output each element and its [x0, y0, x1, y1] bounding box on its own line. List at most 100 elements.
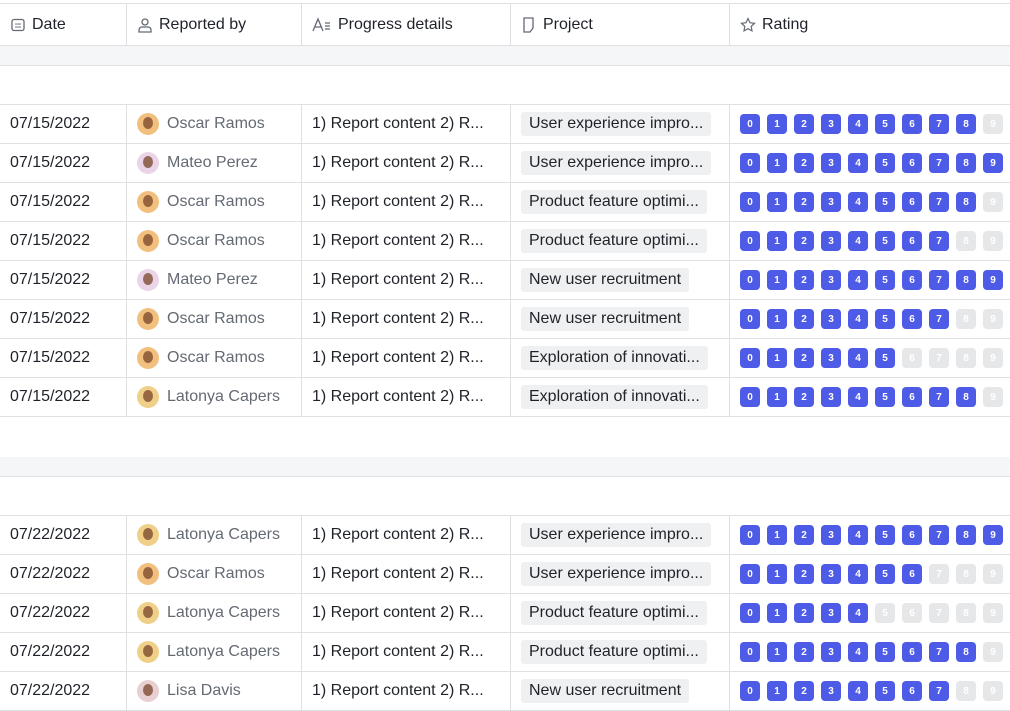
details-cell[interactable]: 1) Report content 2) R...: [302, 594, 511, 632]
rating-option[interactable]: 9: [983, 603, 1003, 623]
rating-option[interactable]: 8: [956, 309, 976, 329]
rating-option[interactable]: 9: [983, 153, 1003, 173]
table-row[interactable]: 07/15/2022 Oscar Ramos 1) Report content…: [0, 222, 1010, 261]
rating-option[interactable]: 3: [821, 681, 841, 701]
rating-option[interactable]: 4: [848, 231, 868, 251]
rating-cell[interactable]: 0123456789: [730, 300, 1010, 338]
table-row[interactable]: 07/15/2022 Mateo Perez 1) Report content…: [0, 261, 1010, 300]
rating-option[interactable]: 7: [929, 603, 949, 623]
reporter-cell[interactable]: Mateo Perez: [127, 261, 302, 299]
project-cell[interactable]: Product feature optimi...: [511, 183, 730, 221]
rating-control[interactable]: 0123456789: [740, 564, 1003, 584]
rating-option[interactable]: 8: [956, 231, 976, 251]
date-cell[interactable]: 07/22/2022: [0, 594, 127, 632]
rating-option[interactable]: 6: [902, 270, 922, 290]
table-row[interactable]: 07/22/2022 Lisa Davis 1) Report content …: [0, 672, 1010, 711]
rating-cell[interactable]: 0123456789: [730, 105, 1010, 143]
project-cell[interactable]: Product feature optimi...: [511, 633, 730, 671]
reporter-cell[interactable]: Latonya Capers: [127, 633, 302, 671]
date-cell[interactable]: 07/22/2022: [0, 516, 127, 554]
rating-option[interactable]: 0: [740, 348, 760, 368]
project-cell[interactable]: User experience impro...: [511, 555, 730, 593]
reporter-cell[interactable]: Oscar Ramos: [127, 183, 302, 221]
rating-option[interactable]: 1: [767, 309, 787, 329]
rating-option[interactable]: 5: [875, 153, 895, 173]
rating-option[interactable]: 3: [821, 153, 841, 173]
rating-option[interactable]: 3: [821, 603, 841, 623]
date-cell[interactable]: 07/15/2022: [0, 300, 127, 338]
rating-option[interactable]: 5: [875, 114, 895, 134]
rating-option[interactable]: 7: [929, 525, 949, 545]
rating-cell[interactable]: 0123456789: [730, 633, 1010, 671]
rating-option[interactable]: 5: [875, 564, 895, 584]
rating-option[interactable]: 5: [875, 525, 895, 545]
rating-option[interactable]: 8: [956, 603, 976, 623]
rating-control[interactable]: 0123456789: [740, 642, 1003, 662]
rating-option[interactable]: 5: [875, 270, 895, 290]
rating-option[interactable]: 4: [848, 309, 868, 329]
project-cell[interactable]: Exploration of innovati...: [511, 378, 730, 416]
rating-option[interactable]: 9: [983, 348, 1003, 368]
rating-option[interactable]: 4: [848, 387, 868, 407]
table-row[interactable]: 07/15/2022 Oscar Ramos 1) Report content…: [0, 339, 1010, 378]
rating-option[interactable]: 6: [902, 192, 922, 212]
rating-option[interactable]: 3: [821, 642, 841, 662]
rating-option[interactable]: 7: [929, 564, 949, 584]
reporter-cell[interactable]: Oscar Ramos: [127, 555, 302, 593]
rating-control[interactable]: 0123456789: [740, 681, 1003, 701]
rating-option[interactable]: 0: [740, 192, 760, 212]
rating-option[interactable]: 7: [929, 153, 949, 173]
rating-option[interactable]: 0: [740, 231, 760, 251]
rating-option[interactable]: 5: [875, 642, 895, 662]
rating-option[interactable]: 4: [848, 270, 868, 290]
rating-option[interactable]: 6: [902, 231, 922, 251]
reporter-cell[interactable]: Oscar Ramos: [127, 300, 302, 338]
rating-control[interactable]: 0123456789: [740, 192, 1003, 212]
rating-option[interactable]: 8: [956, 525, 976, 545]
rating-option[interactable]: 5: [875, 681, 895, 701]
rating-option[interactable]: 7: [929, 270, 949, 290]
table-row[interactable]: 07/15/2022 Mateo Perez 1) Report content…: [0, 144, 1010, 183]
rating-option[interactable]: 4: [848, 192, 868, 212]
table-row[interactable]: 07/22/2022 Oscar Ramos 1) Report content…: [0, 555, 1010, 594]
table-row[interactable]: 07/15/2022 Oscar Ramos 1) Report content…: [0, 105, 1010, 144]
rating-option[interactable]: 8: [956, 270, 976, 290]
rating-option[interactable]: 7: [929, 681, 949, 701]
column-header-project[interactable]: Project: [511, 4, 730, 45]
rating-option[interactable]: 1: [767, 270, 787, 290]
rating-option[interactable]: 6: [902, 387, 922, 407]
rating-control[interactable]: 0123456789: [740, 348, 1003, 368]
rating-option[interactable]: 2: [794, 642, 814, 662]
details-cell[interactable]: 1) Report content 2) R...: [302, 300, 511, 338]
rating-option[interactable]: 3: [821, 192, 841, 212]
rating-option[interactable]: 9: [983, 681, 1003, 701]
rating-option[interactable]: 6: [902, 603, 922, 623]
rating-option[interactable]: 0: [740, 153, 760, 173]
rating-option[interactable]: 1: [767, 348, 787, 368]
rating-option[interactable]: 2: [794, 153, 814, 173]
rating-option[interactable]: 4: [848, 642, 868, 662]
table-row[interactable]: 07/22/2022 Latonya Capers 1) Report cont…: [0, 594, 1010, 633]
rating-option[interactable]: 9: [983, 387, 1003, 407]
table-row[interactable]: 07/22/2022 Latonya Capers 1) Report cont…: [0, 516, 1010, 555]
rating-option[interactable]: 9: [983, 270, 1003, 290]
rating-control[interactable]: 0123456789: [740, 231, 1003, 251]
project-cell[interactable]: User experience impro...: [511, 105, 730, 143]
rating-cell[interactable]: 0123456789: [730, 555, 1010, 593]
project-cell[interactable]: New user recruitment: [511, 300, 730, 338]
rating-option[interactable]: 6: [902, 309, 922, 329]
date-cell[interactable]: 07/15/2022: [0, 261, 127, 299]
table-row[interactable]: 07/15/2022 Latonya Capers 1) Report cont…: [0, 378, 1010, 417]
rating-option[interactable]: 0: [740, 387, 760, 407]
details-cell[interactable]: 1) Report content 2) R...: [302, 222, 511, 260]
details-cell[interactable]: 1) Report content 2) R...: [302, 516, 511, 554]
project-cell[interactable]: Product feature optimi...: [511, 594, 730, 632]
reporter-cell[interactable]: Latonya Capers: [127, 594, 302, 632]
rating-option[interactable]: 5: [875, 231, 895, 251]
date-cell[interactable]: 07/15/2022: [0, 378, 127, 416]
rating-option[interactable]: 4: [848, 153, 868, 173]
rating-option[interactable]: 4: [848, 603, 868, 623]
rating-option[interactable]: 7: [929, 348, 949, 368]
column-header-progress-details[interactable]: Progress details: [302, 4, 511, 45]
rating-option[interactable]: 7: [929, 387, 949, 407]
